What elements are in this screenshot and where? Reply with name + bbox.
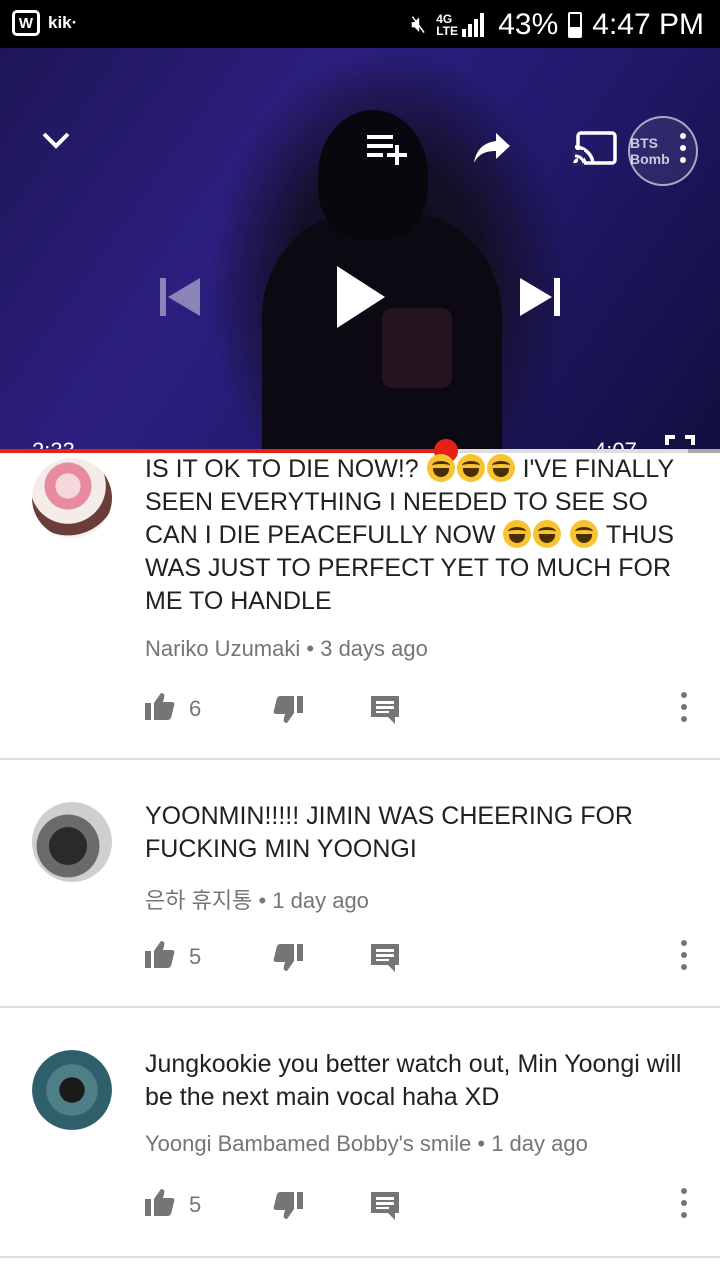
- dislike-button[interactable]: [273, 696, 303, 729]
- play-icon[interactable]: [334, 262, 388, 332]
- battery-icon: [568, 12, 583, 38]
- skip-next-icon[interactable]: [518, 274, 562, 320]
- dislike-button[interactable]: [273, 944, 303, 977]
- tears-of-joy-emoji: [533, 520, 562, 548]
- reply-button[interactable]: [371, 944, 399, 977]
- video-controls-overlay: [0, 48, 720, 452]
- reply-comment-icon: [371, 944, 399, 976]
- cast-icon[interactable]: [572, 130, 618, 166]
- battery-level-fill: [570, 26, 581, 36]
- tears-of-joy-emoji: [456, 454, 485, 482]
- status-notifications: W kik·: [12, 10, 77, 36]
- tears-of-joy-emoji: [486, 454, 515, 482]
- comment-item: IS IT OK TO DIE NOW!? I'VE FINALLY SEEN …: [0, 452, 720, 758]
- share-icon[interactable]: [470, 128, 514, 168]
- comment-time: 1 day ago: [272, 888, 369, 913]
- skip-previous-icon[interactable]: [158, 274, 202, 320]
- reply-comment-icon: [371, 696, 399, 728]
- comment-item: Jungkookie you better watch out, Min Yoo…: [0, 1008, 720, 1256]
- avatar[interactable]: [32, 802, 112, 882]
- kik-notification-label: kik·: [48, 13, 78, 32]
- add-to-queue-icon[interactable]: [364, 130, 410, 166]
- mute-icon: 🔇︎: [411, 11, 427, 38]
- comment-actions: 6: [145, 692, 705, 732]
- comment-author[interactable]: Yoongi Bambamed Bobby's smile: [145, 1131, 471, 1156]
- comment-text: YOONMIN!!!!! JIMIN WAS CHEERING FOR FUCK…: [145, 802, 633, 863]
- thumbs-down-icon: [273, 696, 303, 728]
- divider: [0, 1256, 720, 1258]
- like-button[interactable]: 6: [145, 692, 201, 725]
- thumbs-up-icon: [145, 940, 175, 973]
- like-button[interactable]: 5: [145, 1188, 201, 1221]
- thumbs-up-icon: [145, 1188, 175, 1221]
- reply-button[interactable]: [371, 696, 399, 729]
- thumbs-down-icon: [273, 944, 303, 976]
- meta-separator: •: [258, 888, 267, 913]
- like-count: 5: [189, 943, 202, 969]
- tears-of-joy-emoji: [426, 454, 455, 482]
- tears-of-joy-emoji: [503, 520, 532, 548]
- comment-meta: 은하 휴지통 • 1 day ago: [145, 883, 369, 915]
- signal-icon: [462, 13, 488, 37]
- status-system: 🔇︎ 4G LTE 43% 4:47 PM: [411, 8, 704, 42]
- network-4g-lte-icon: 4G LTE: [436, 12, 458, 38]
- more-vertical-icon[interactable]: [679, 940, 689, 970]
- battery-percent: 43%: [498, 8, 559, 41]
- comment-text: IS IT OK TO DIE NOW!? I'VE FINALLY SEEN …: [145, 454, 674, 615]
- more-vertical-icon[interactable]: [679, 692, 689, 722]
- more-vertical-icon[interactable]: [672, 126, 694, 170]
- comment-meta: Yoongi Bambamed Bobby's smile • 1 day ag…: [145, 1131, 588, 1157]
- like-button[interactable]: 5: [145, 940, 201, 973]
- comment-actions: 5: [145, 940, 705, 980]
- video-player[interactable]: BTS Bomb 2:33 4:07: [0, 48, 720, 452]
- thumbs-up-icon: [145, 692, 175, 725]
- dislike-button[interactable]: [273, 1192, 303, 1225]
- clock: 4:47 PM: [592, 8, 704, 41]
- status-bar: W kik· 🔇︎ 4G LTE 43% 4:47 PM: [0, 0, 720, 48]
- meta-separator: •: [306, 636, 315, 661]
- reply-comment-icon: [371, 1192, 399, 1224]
- comment-actions: 5: [145, 1188, 705, 1228]
- tears-of-joy-emoji: [570, 520, 599, 548]
- chevron-down-icon[interactable]: [38, 122, 74, 158]
- avatar[interactable]: [32, 458, 112, 538]
- comment-meta: Nariko Uzumaki • 3 days ago: [145, 636, 428, 662]
- more-vertical-icon[interactable]: [679, 1188, 689, 1218]
- comment-text: Jungkookie you better watch out, Min Yoo…: [145, 1050, 682, 1111]
- meta-separator: •: [477, 1131, 486, 1156]
- comment-time: 3 days ago: [320, 636, 428, 661]
- reply-button[interactable]: [371, 1192, 399, 1225]
- comment-time: 1 day ago: [491, 1131, 588, 1156]
- wattpad-icon: W: [12, 10, 40, 36]
- thumbs-down-icon: [273, 1192, 303, 1224]
- avatar[interactable]: [32, 1050, 112, 1130]
- comment-item: YOONMIN!!!!! JIMIN WAS CHEERING FOR FUCK…: [0, 760, 720, 1006]
- like-count: 5: [189, 1191, 202, 1217]
- comment-author[interactable]: 은하 휴지통: [145, 888, 252, 913]
- comment-author[interactable]: Nariko Uzumaki: [145, 636, 300, 661]
- like-count: 6: [189, 695, 202, 721]
